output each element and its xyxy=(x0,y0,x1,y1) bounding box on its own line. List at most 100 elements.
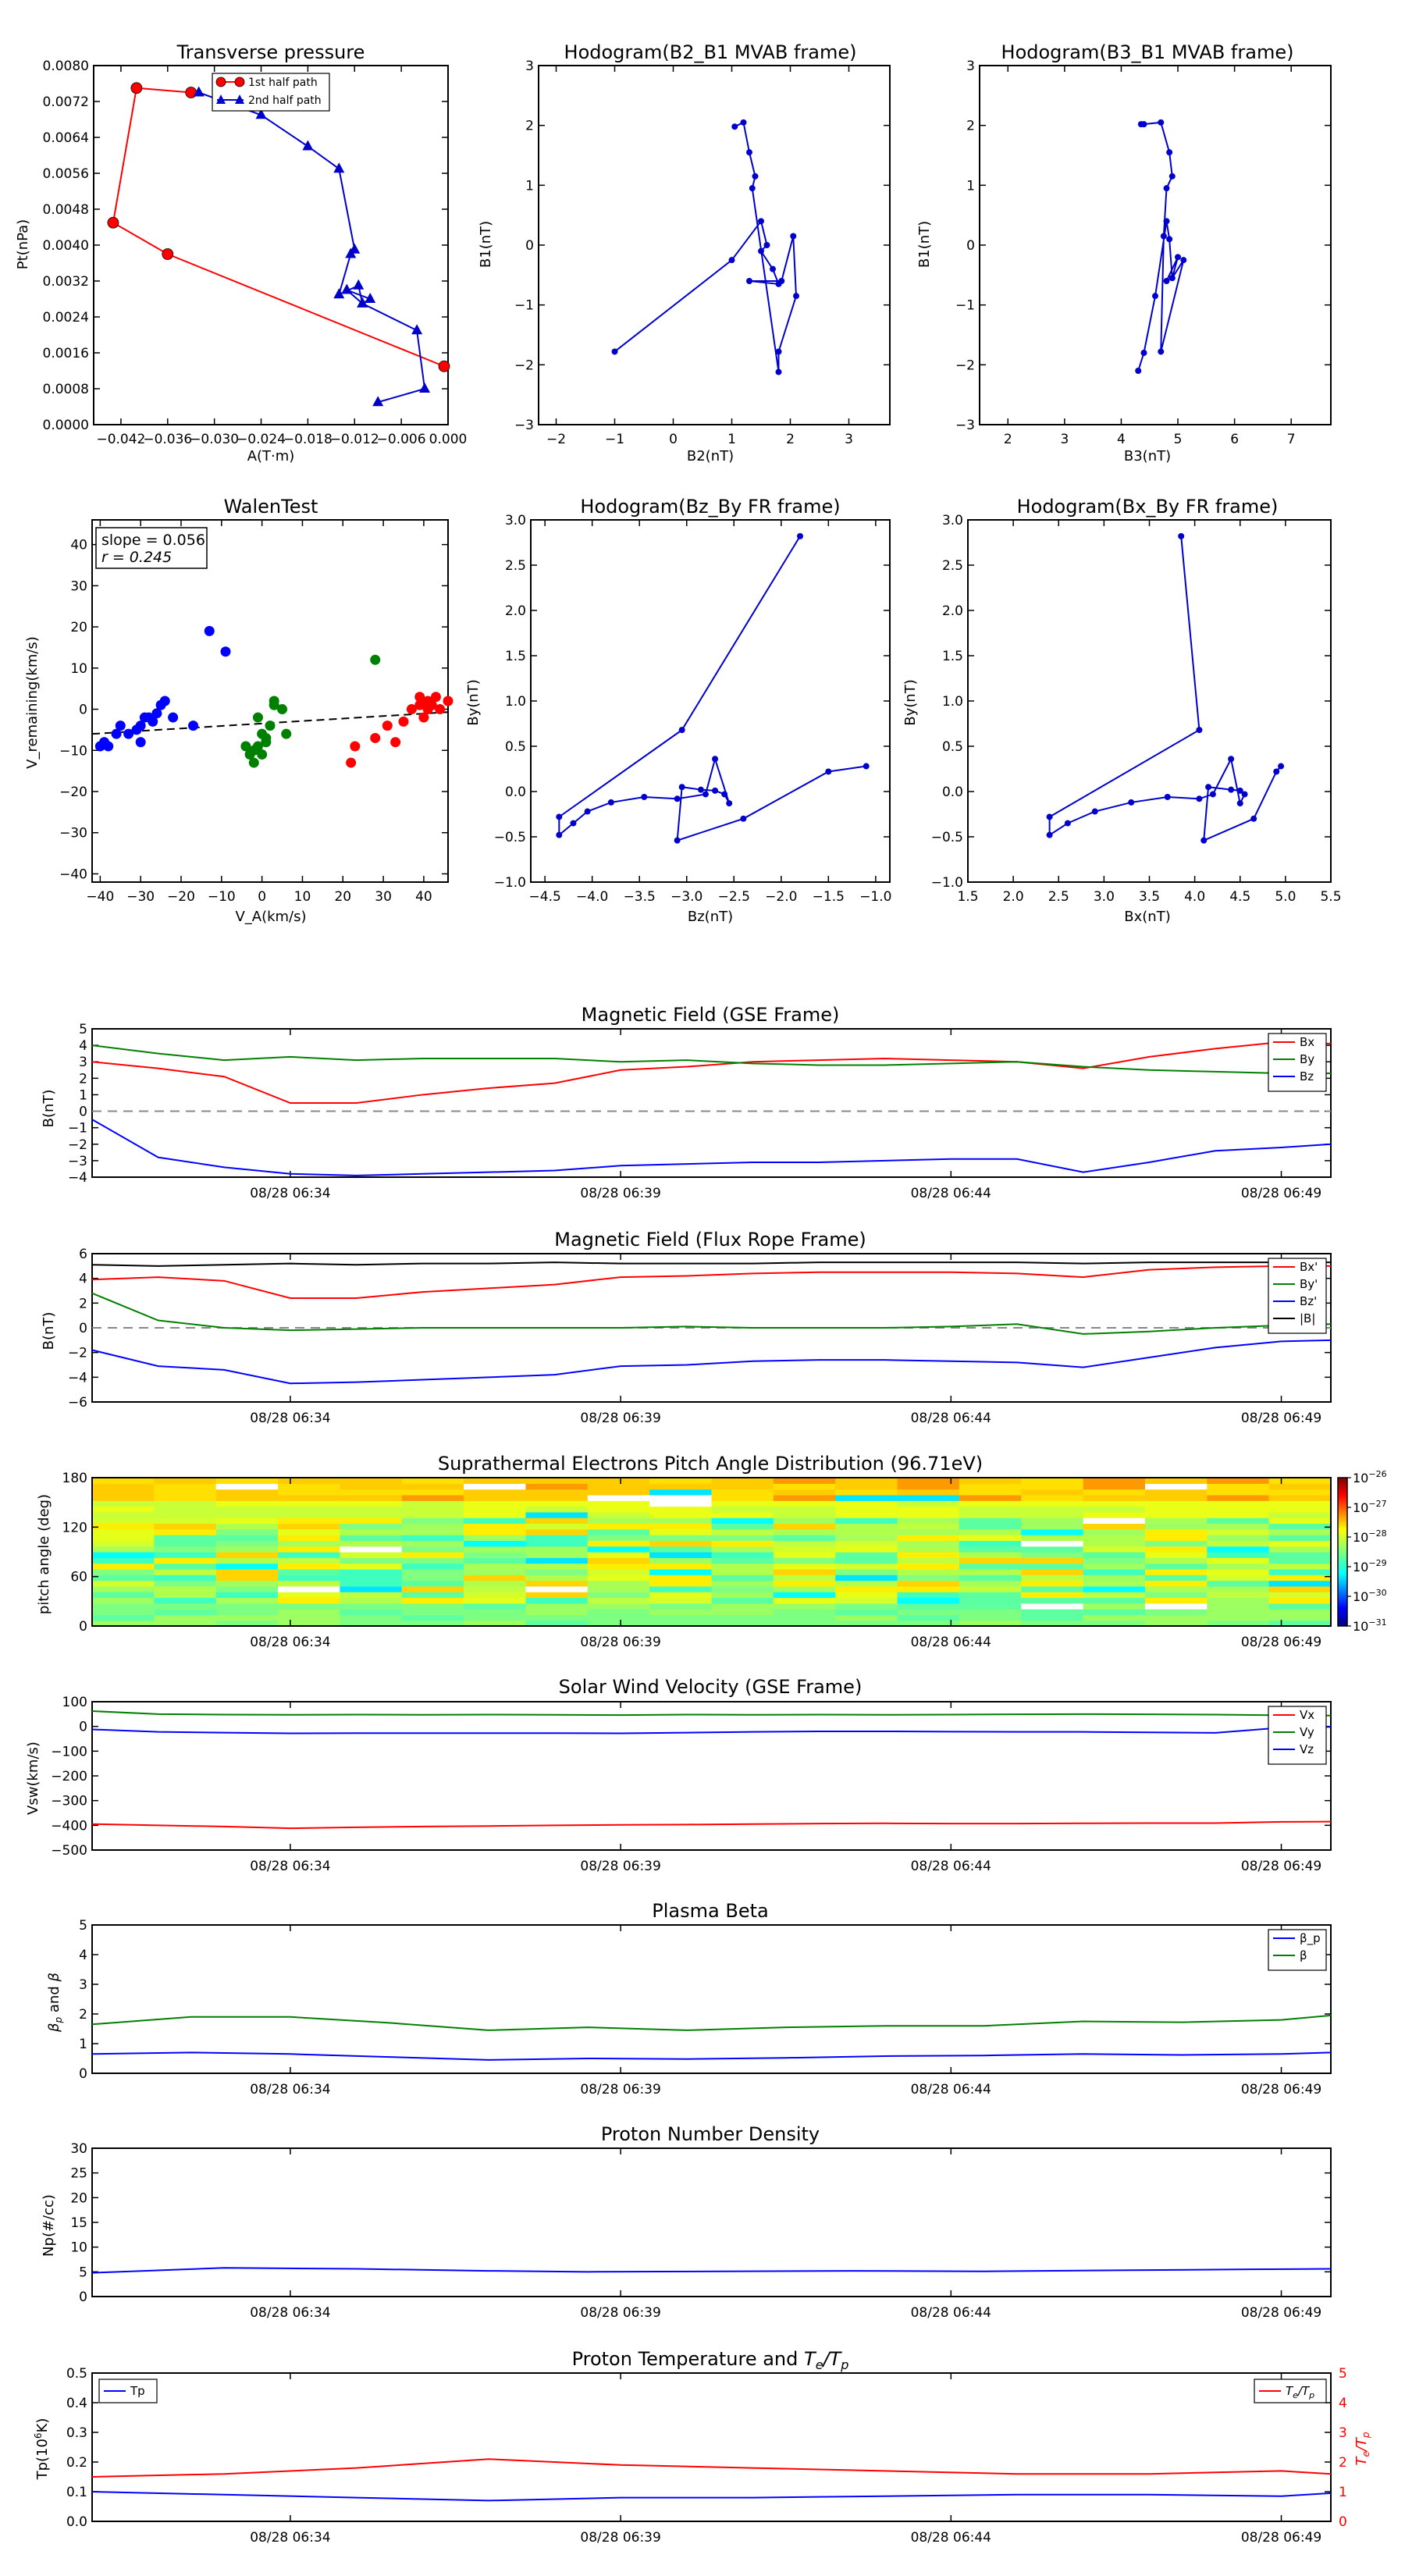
walen-xtick-label: 30 xyxy=(375,889,392,905)
h13-trace-point xyxy=(1140,350,1147,356)
pad-cell xyxy=(959,1614,1022,1621)
hzy-xtick-label: −1.0 xyxy=(859,889,891,905)
pad-cell xyxy=(215,1489,279,1496)
hzy-ytick-label: −0.5 xyxy=(494,830,526,845)
hxy-trace-point xyxy=(1128,799,1135,806)
vsw-time-tick-label: 08/28 06:49 xyxy=(1241,1859,1321,1874)
pad-cell xyxy=(1268,1506,1332,1513)
walen-point-group-1 xyxy=(135,737,146,748)
tp-ytick2-label: 3 xyxy=(1339,2425,1347,2441)
h13-trace-point xyxy=(1168,173,1176,180)
pad-cell xyxy=(773,1574,836,1582)
bgse-time-tick-label: 08/28 06:44 xyxy=(911,1186,991,1201)
pad-cell xyxy=(92,1585,155,1592)
pad-cell xyxy=(464,1489,527,1496)
hzy-title: Hodogram(Bz_By FR frame) xyxy=(580,496,840,518)
tp-time-tick-label: 08/28 06:49 xyxy=(1241,2530,1321,2546)
pad-cell xyxy=(1021,1494,1084,1501)
pad-cell xyxy=(1083,1563,1146,1570)
pad-cell xyxy=(1268,1557,1332,1564)
bfr-legend-label: By' xyxy=(1300,1277,1318,1291)
np-time-tick-label: 08/28 06:44 xyxy=(911,2305,991,2321)
walen-r: r = 0.245 xyxy=(101,549,172,566)
pad-cell xyxy=(587,1614,650,1621)
pad-cell xyxy=(773,1506,836,1513)
pad-cell xyxy=(464,1614,527,1621)
pad-cell xyxy=(92,1603,155,1610)
hxy-trace-point xyxy=(1209,791,1216,798)
pad-cell xyxy=(587,1597,650,1604)
pad-cell xyxy=(92,1506,155,1513)
pad-cell xyxy=(1144,1580,1208,1587)
pad-cell xyxy=(897,1494,960,1501)
hxy-trace-point xyxy=(1236,800,1243,807)
pad-cell xyxy=(897,1478,960,1484)
pad-cell xyxy=(587,1540,650,1547)
pad-cell xyxy=(278,1535,340,1541)
pad-cell xyxy=(773,1592,836,1599)
hxy-ytick-label: −1.0 xyxy=(931,875,963,891)
pad-cell xyxy=(1021,1500,1084,1507)
walen-point-group-2 xyxy=(261,737,272,748)
pad-cell xyxy=(340,1535,403,1541)
pad-cell xyxy=(1021,1568,1084,1575)
pad-cell xyxy=(525,1500,589,1507)
pad-cell xyxy=(773,1540,836,1547)
pad-cell xyxy=(649,1517,713,1525)
np-ytick-label: 0 xyxy=(79,2290,87,2305)
pad-cell xyxy=(773,1552,836,1558)
pad-cell xyxy=(1021,1517,1084,1525)
pad-cell xyxy=(401,1568,464,1575)
bfr-ytick-label: −4 xyxy=(68,1370,87,1386)
pad-cell xyxy=(1144,1540,1208,1547)
pad-cell xyxy=(92,1597,155,1604)
pad-cell xyxy=(711,1597,774,1604)
pad-cell xyxy=(92,1568,155,1575)
np-title: Proton Number Density xyxy=(601,2123,820,2145)
hxy-xtick-label: 4.5 xyxy=(1229,889,1250,905)
pad-cell xyxy=(649,1511,713,1518)
pad-cell xyxy=(1021,1557,1084,1564)
h13-trace-point xyxy=(1180,257,1187,264)
bfr-time-tick-label: 08/28 06:44 xyxy=(911,1411,991,1426)
pad-cell xyxy=(897,1535,960,1541)
pad-cell xyxy=(1207,1500,1270,1507)
np-ytick-label: 10 xyxy=(70,2240,87,2256)
pad-cell xyxy=(1268,1489,1332,1496)
pad-cell xyxy=(525,1580,589,1587)
tp-time-tick-label: 08/28 06:34 xyxy=(250,2530,330,2546)
vsw-ytick-label: 100 xyxy=(62,1695,87,1710)
h23-ytick-label: 1 xyxy=(525,178,534,194)
pad-cell xyxy=(464,1580,527,1587)
tp-ytick-label: 0.5 xyxy=(66,2366,87,2382)
pt-legend-1: 1st half path xyxy=(248,76,318,89)
hzy-ytick-label: 2.0 xyxy=(505,603,526,619)
pad-cell xyxy=(835,1568,898,1575)
pad-cell xyxy=(1268,1535,1332,1541)
pad-cell xyxy=(525,1609,589,1615)
pad-cell xyxy=(959,1506,1022,1513)
pad-cell xyxy=(1083,1597,1146,1604)
pad-cell xyxy=(1268,1609,1332,1615)
pad-cell xyxy=(587,1574,650,1582)
pad-cell xyxy=(1144,1574,1208,1582)
pad-cell xyxy=(154,1597,217,1604)
h13-trace-point xyxy=(1168,275,1176,282)
pad-cell xyxy=(897,1614,960,1621)
pad-cell xyxy=(278,1546,340,1553)
pad-cell xyxy=(340,1609,403,1615)
pad-cell xyxy=(1083,1585,1146,1592)
pad-cell xyxy=(1083,1540,1146,1547)
pad-cell xyxy=(340,1563,403,1570)
pad-cell xyxy=(711,1500,774,1507)
pad-cell xyxy=(1144,1517,1208,1525)
h23-trace-point xyxy=(770,265,776,272)
pt-ytick-label: 0.0032 xyxy=(43,274,89,290)
bgse-ytick-label: 4 xyxy=(79,1038,87,1054)
pad-colorbar xyxy=(1337,1477,1348,1627)
h23-ytick-label: −2 xyxy=(514,358,534,373)
pad-cell xyxy=(1268,1574,1332,1582)
h13-title: Hodogram(B3_B1 MVAB frame) xyxy=(1001,41,1294,63)
hzy-ytick-label: 0.5 xyxy=(505,739,526,755)
pad-cell xyxy=(278,1603,340,1610)
